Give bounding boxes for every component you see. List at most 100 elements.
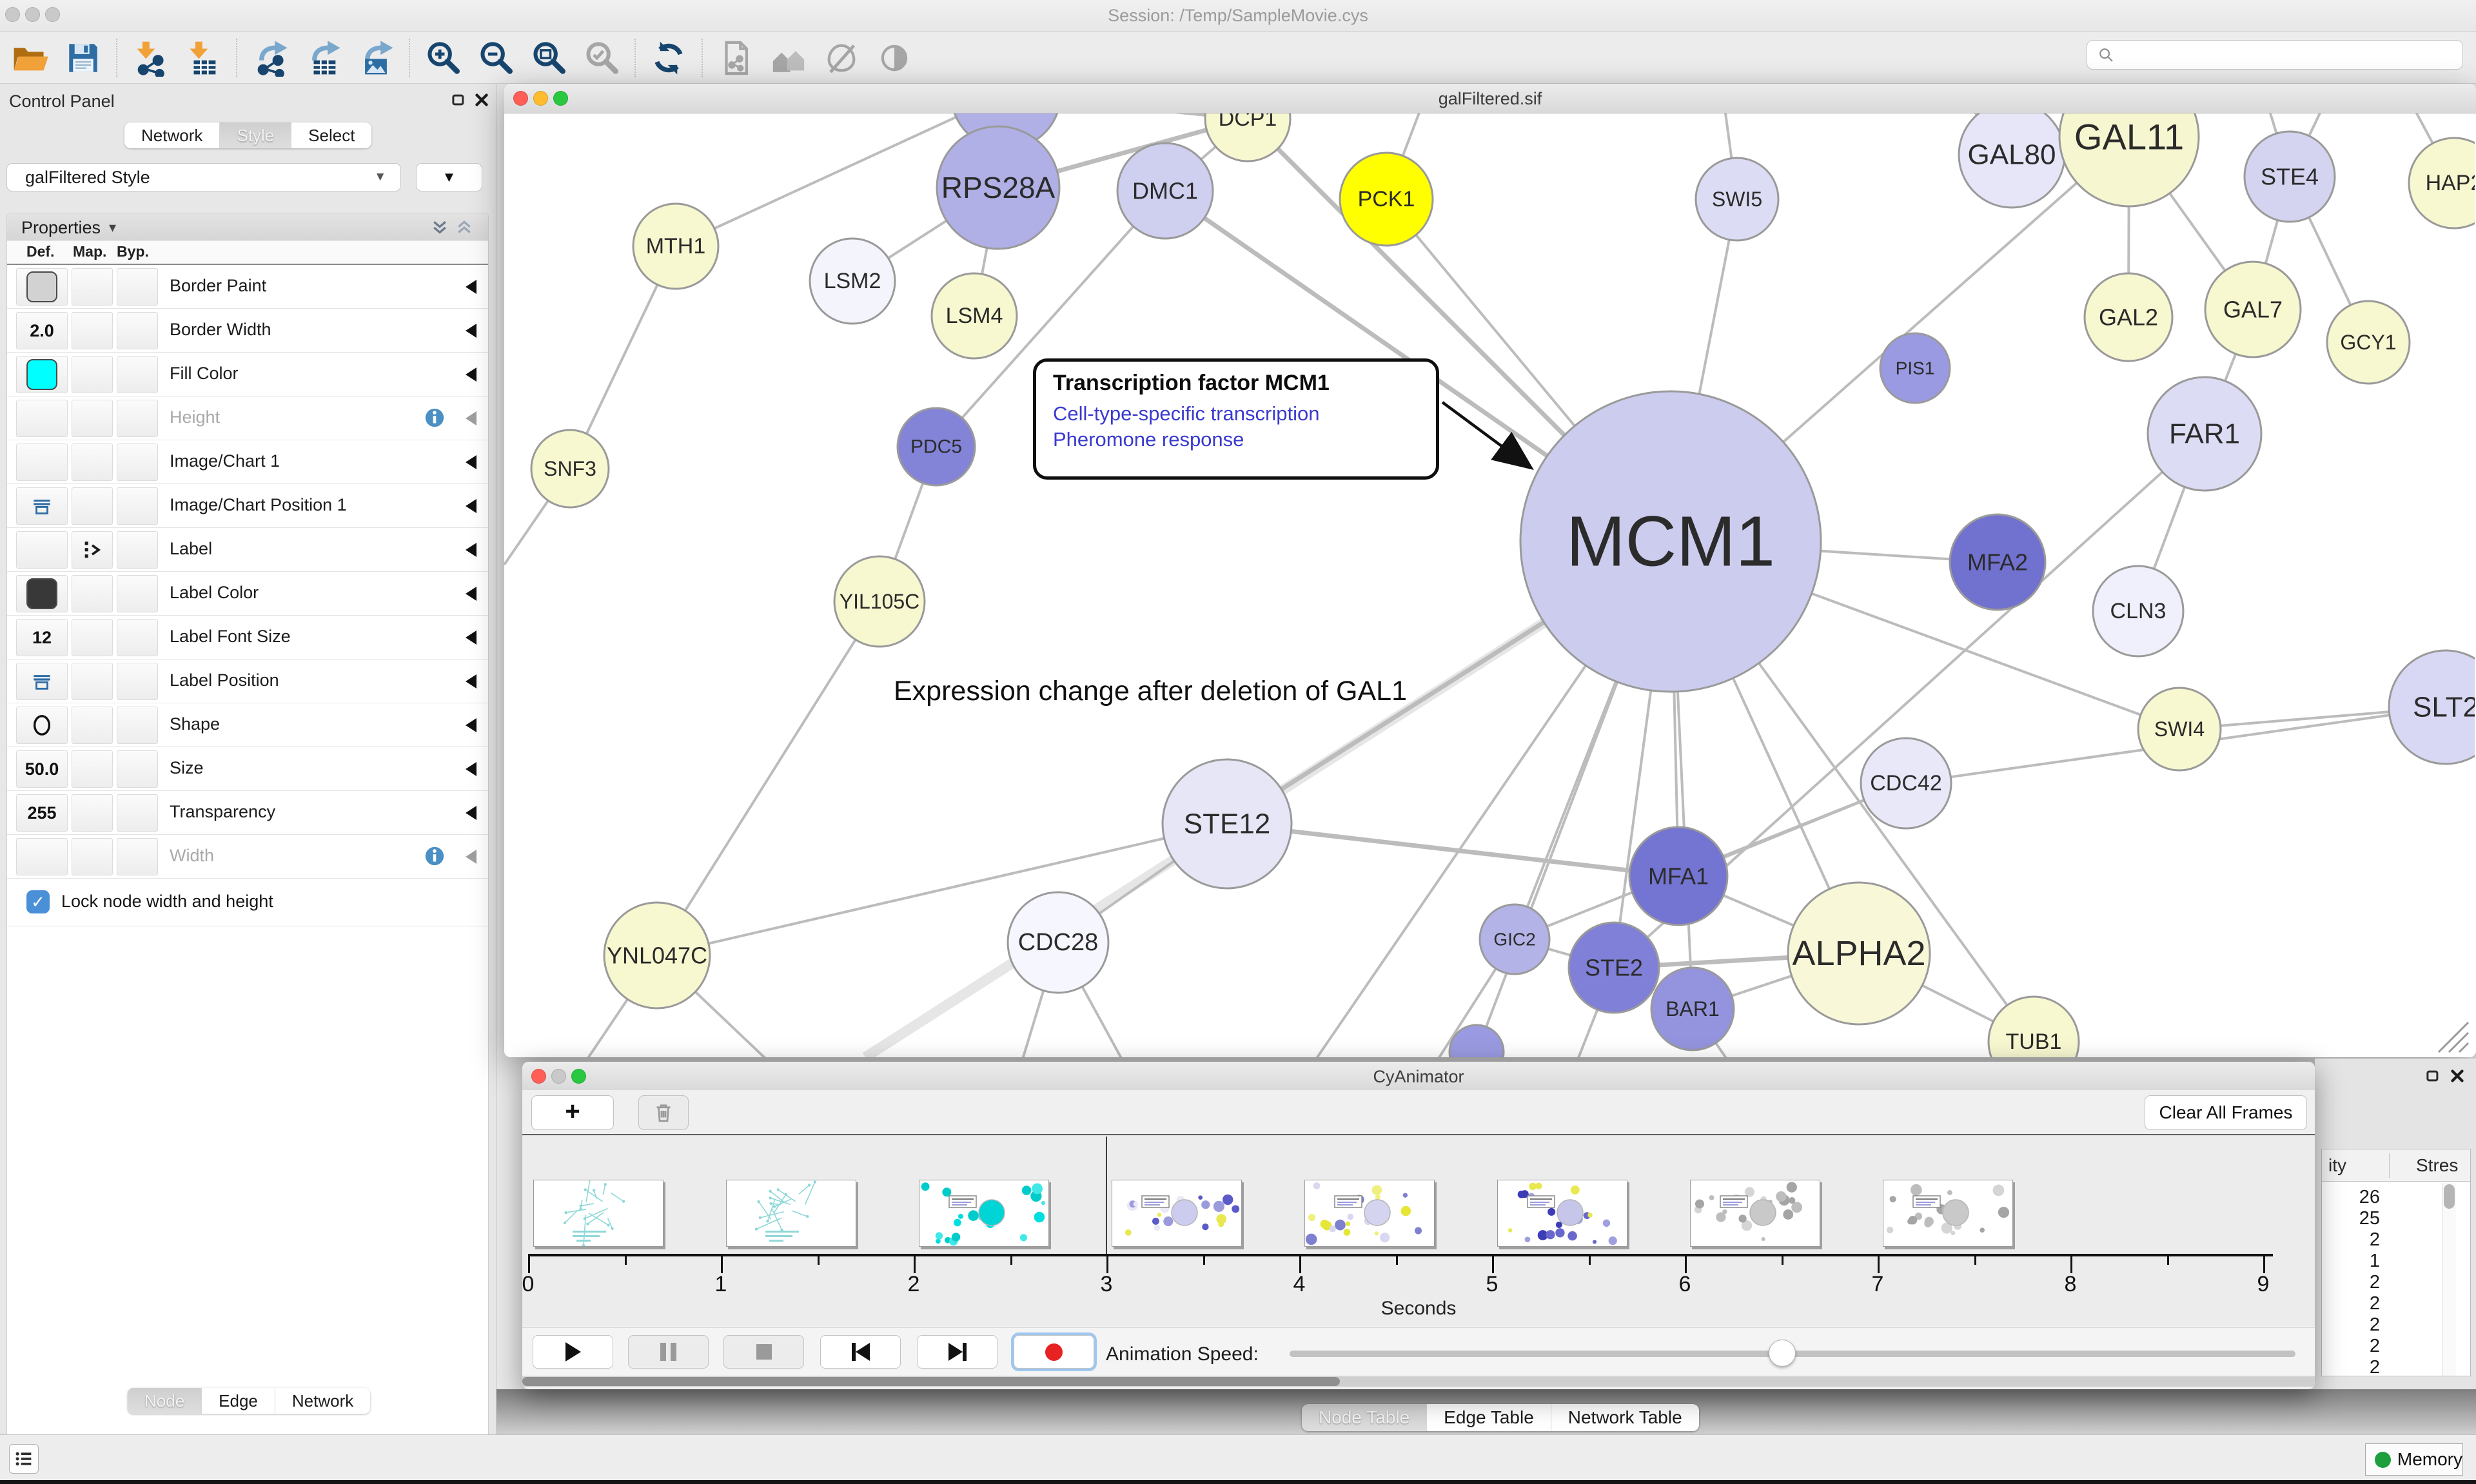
property-row-width[interactable]: Width xyxy=(7,835,488,879)
collapse-all-icon[interactable] xyxy=(455,218,474,237)
byp-cell[interactable] xyxy=(117,356,158,393)
task-history-button[interactable] xyxy=(9,1444,39,1474)
property-row-border-paint[interactable]: Border Paint xyxy=(7,265,488,309)
byp-cell[interactable] xyxy=(117,575,158,612)
node-swi5[interactable]: SWI5 xyxy=(1696,158,1778,240)
lock-checkbox[interactable]: ✓ xyxy=(26,890,50,913)
skip-to-end-button[interactable] xyxy=(917,1335,997,1369)
node-far1[interactable]: FAR1 xyxy=(2148,377,2261,491)
export-table-icon[interactable] xyxy=(304,39,342,77)
def-cell[interactable] xyxy=(16,444,68,481)
byp-cell[interactable] xyxy=(117,268,158,306)
property-row-transparency[interactable]: 255Transparency xyxy=(7,791,488,835)
node-cdc28[interactable]: CDC28 xyxy=(1008,892,1108,993)
map-cell[interactable] xyxy=(72,750,113,788)
collapse-arrow-icon[interactable] xyxy=(466,367,477,382)
property-row-shape[interactable]: Shape xyxy=(7,703,488,747)
property-row-image-chart-1[interactable]: Image/Chart 1 xyxy=(7,440,488,484)
hide-selected-icon[interactable] xyxy=(823,39,860,77)
tab-node[interactable]: Node xyxy=(128,1388,202,1414)
node-bar1[interactable]: BAR1 xyxy=(1651,968,1734,1050)
node-rps28a[interactable]: RPS28A xyxy=(937,126,1059,249)
node-lsm2[interactable]: LSM2 xyxy=(810,239,895,324)
network-file-icon[interactable] xyxy=(717,39,754,77)
float-panel-icon[interactable] xyxy=(449,90,468,110)
property-row-label[interactable]: Label xyxy=(7,528,488,572)
map-cell[interactable] xyxy=(72,400,113,437)
map-cell[interactable] xyxy=(72,663,113,700)
byp-cell[interactable] xyxy=(117,400,158,437)
clear-all-frames-button[interactable]: Clear All Frames xyxy=(2145,1095,2307,1130)
frame-thumbnail-5s[interactable] xyxy=(1497,1180,1627,1247)
node-dcp1[interactable]: DCP1 xyxy=(1205,113,1290,161)
table-cell[interactable]: 2 xyxy=(2323,1272,2380,1293)
def-cell[interactable] xyxy=(16,487,68,525)
save-session-icon[interactable] xyxy=(64,39,102,77)
map-cell[interactable] xyxy=(72,487,113,525)
network-graph[interactable]: DCP1RPS28ADMC1PCK1SWI5GAL80GAL11STE4HAP2… xyxy=(504,113,2475,1057)
node-yil105c[interactable]: YIL105C xyxy=(834,556,925,647)
property-row-label-font-size[interactable]: 12Label Font Size xyxy=(7,616,488,659)
network-edge[interactable] xyxy=(657,824,1227,955)
map-cell[interactable] xyxy=(72,575,113,612)
node-ste4[interactable]: STE4 xyxy=(2245,132,2335,222)
table-cell[interactable]: 2 xyxy=(2323,1336,2380,1357)
node-mfa1[interactable]: MFA1 xyxy=(1629,827,1727,925)
property-row-label-position[interactable]: Label Position xyxy=(7,659,488,703)
properties-header[interactable]: Properties ▾ xyxy=(7,213,488,240)
node-gic2[interactable]: GIC2 xyxy=(1480,904,1549,974)
search-box[interactable] xyxy=(2087,40,2463,70)
map-cell[interactable] xyxy=(72,268,113,306)
node-pdc5[interactable]: PDC5 xyxy=(898,408,975,485)
info-icon[interactable] xyxy=(424,407,446,429)
node-alpha2[interactable]: ALPHA2 xyxy=(1788,883,1930,1024)
byp-cell[interactable] xyxy=(117,750,158,788)
zoom-selected-icon[interactable] xyxy=(583,39,620,77)
style-selector[interactable]: galFiltered Style ▼ xyxy=(6,163,401,191)
network-canvas[interactable]: DCP1RPS28ADMC1PCK1SWI5GAL80GAL11STE4HAP2… xyxy=(504,113,2475,1057)
collapse-arrow-icon[interactable] xyxy=(466,718,477,732)
node-ynl047c[interactable]: YNL047C xyxy=(604,903,710,1008)
map-cell[interactable] xyxy=(72,707,113,744)
def-cell[interactable] xyxy=(16,575,68,612)
annotation-link-1[interactable]: Cell-type-specific transcription xyxy=(1053,401,1419,427)
node-ste2[interactable]: STE2 xyxy=(1569,923,1659,1013)
node-gcy1[interactable]: GCY1 xyxy=(2327,301,2410,384)
node-dmc1[interactable]: DMC1 xyxy=(1117,143,1213,239)
property-row-fill-color[interactable]: Fill Color xyxy=(7,353,488,396)
update-view-icon[interactable] xyxy=(650,39,687,77)
frame-thumbnail-1s[interactable] xyxy=(726,1180,856,1247)
show-all-icon[interactable] xyxy=(876,39,913,77)
property-row-size[interactable]: 50.0Size xyxy=(7,747,488,791)
record-button[interactable] xyxy=(1014,1335,1094,1369)
collapse-arrow-icon[interactable] xyxy=(466,674,477,688)
def-cell[interactable] xyxy=(16,531,68,569)
property-row-label-color[interactable]: Label Color xyxy=(7,572,488,616)
add-frame-button[interactable]: + xyxy=(531,1095,614,1130)
animation-speed-slider[interactable] xyxy=(1290,1351,2295,1357)
collapse-arrow-icon[interactable] xyxy=(466,280,477,294)
table-cell[interactable]: 2 xyxy=(2323,1293,2380,1314)
tab-edge[interactable]: Edge xyxy=(202,1388,275,1414)
import-network-icon[interactable] xyxy=(132,39,169,77)
def-cell[interactable] xyxy=(16,356,68,393)
group-nodes-icon[interactable] xyxy=(770,39,807,77)
def-cell[interactable]: 12 xyxy=(16,619,68,656)
collapse-arrow-icon[interactable] xyxy=(466,806,477,820)
tab-select[interactable]: Select xyxy=(291,122,371,148)
def-cell[interactable] xyxy=(16,838,68,875)
map-cell[interactable] xyxy=(72,444,113,481)
frame-thumbnail-6s[interactable] xyxy=(1690,1180,1820,1247)
skip-to-start-button[interactable] xyxy=(820,1335,901,1369)
frame-thumbnail-3s[interactable] xyxy=(1112,1180,1242,1247)
byp-cell[interactable] xyxy=(117,663,158,700)
table-cell[interactable]: 2 xyxy=(2323,1229,2380,1251)
byp-cell[interactable] xyxy=(117,707,158,744)
node-gal80[interactable]: GAL80 xyxy=(1959,113,2065,208)
search-input[interactable] xyxy=(2116,42,2462,68)
node-pis1[interactable]: PIS1 xyxy=(1880,333,1950,403)
float-panel-icon[interactable] xyxy=(2423,1066,2442,1086)
annotation-link-2[interactable]: Pheromone response xyxy=(1053,427,1419,453)
map-cell[interactable] xyxy=(72,356,113,393)
def-cell[interactable] xyxy=(16,268,68,306)
